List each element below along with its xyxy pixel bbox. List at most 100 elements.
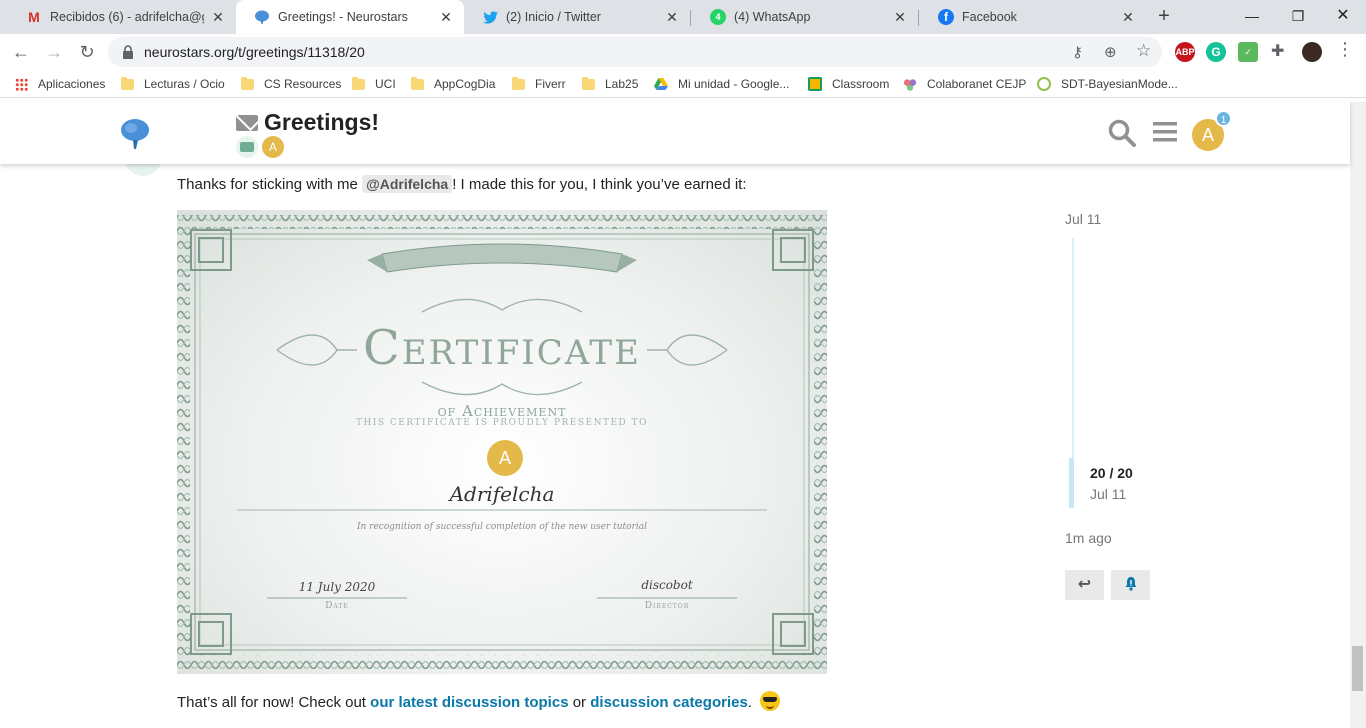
- folder-icon: [121, 76, 134, 90]
- search-icon[interactable]: [1108, 119, 1136, 154]
- browser-menu-icon[interactable]: ⋮: [1336, 39, 1354, 60]
- topic-title[interactable]: Greetings!: [264, 109, 379, 136]
- bookmark-label: UCI: [375, 77, 396, 91]
- certificate-image[interactable]: Certificate of Achievement this certific…: [177, 210, 827, 674]
- tab-separator: [918, 10, 919, 26]
- outro-end: .: [747, 694, 752, 711]
- tab-title: (4) WhatsApp: [734, 10, 811, 24]
- bookmark-star-icon[interactable]: ☆: [1136, 41, 1151, 61]
- folder-icon: [512, 76, 525, 90]
- user-mention[interactable]: @Adrifelcha: [362, 175, 453, 193]
- page-scrollbar-thumb[interactable]: [1352, 646, 1363, 691]
- timeline-position-date: Jul 11: [1090, 486, 1127, 502]
- certificate-title: Certificate: [363, 320, 641, 376]
- tab-title: Facebook: [962, 10, 1017, 24]
- tab-strip: M Recibidos (6) - adrifelcha@gmail.com ✕…: [0, 0, 1366, 34]
- close-icon[interactable]: ✕: [892, 9, 908, 26]
- outro-text: That’s all for now! Check out: [177, 694, 366, 711]
- certificate-presented-to: this certificate is proudly presented to: [355, 418, 649, 428]
- certificate-date-value: 11 July 2020: [298, 580, 376, 594]
- reply-button[interactable]: ↩: [1065, 570, 1104, 600]
- bookmark-lecturas[interactable]: Lecturas / Ocio: [121, 75, 225, 93]
- notification-level-button[interactable]: [1111, 570, 1150, 600]
- certificate-date-label: Date: [325, 601, 349, 611]
- tab-neurostars[interactable]: Greetings! - Neurostars ✕: [236, 0, 464, 34]
- bookmark-colaboranet[interactable]: Colaboranet CEJP: [903, 75, 1026, 93]
- timeline-last-activity[interactable]: 1m ago: [1065, 530, 1112, 546]
- outro-or: or: [572, 694, 587, 711]
- reload-icon[interactable]: ↻: [73, 38, 101, 66]
- classroom-icon: [808, 77, 822, 91]
- bookmark-label: Lab25: [605, 77, 639, 91]
- extension-check-icon[interactable]: ✓: [1238, 42, 1258, 62]
- restore-icon[interactable]: ❐: [1275, 0, 1321, 34]
- forward-icon[interactable]: →: [40, 38, 68, 66]
- site-header: Greetings! A A 1: [0, 102, 1350, 164]
- bookmark-label: Classroom: [832, 77, 890, 91]
- participant-avatar-discobot[interactable]: [236, 136, 258, 158]
- bookmark-label: Colaboranet CEJP: [927, 77, 1027, 91]
- timeline-scroll-handle[interactable]: [1069, 458, 1074, 508]
- grammarly-icon[interactable]: G: [1206, 42, 1226, 62]
- bookmark-apps[interactable]: Aplicaciones: [15, 75, 105, 93]
- hamburger-menu-icon[interactable]: [1152, 119, 1178, 152]
- reply-icon: ↩: [1077, 576, 1092, 593]
- page-scrollbar[interactable]: [1350, 102, 1366, 728]
- tab-twitter[interactable]: (2) Inicio / Twitter ✕: [464, 0, 690, 34]
- latest-topics-link[interactable]: our latest discussion topics: [370, 694, 568, 711]
- bookmark-uci[interactable]: UCI: [352, 75, 396, 93]
- certificate-director-label: Director: [644, 601, 690, 611]
- certificate-avatar: A: [487, 440, 523, 476]
- bookmark-label: CS Resources: [264, 77, 342, 91]
- profile-avatar[interactable]: [1302, 42, 1322, 62]
- neurostars-logo[interactable]: [120, 118, 150, 155]
- close-icon[interactable]: ✕: [438, 9, 454, 26]
- private-message-envelope-icon: [236, 115, 258, 131]
- certificate-signature: discobot: [641, 578, 693, 592]
- close-icon[interactable]: ✕: [1120, 9, 1136, 26]
- url-text: neurostars.org/t/greetings/11318/20: [144, 44, 365, 60]
- minimize-icon[interactable]: —: [1229, 0, 1275, 34]
- tab-whatsapp[interactable]: 4 (4) WhatsApp ✕: [692, 0, 918, 34]
- bookmark-label: Fiverr: [535, 77, 566, 91]
- intro-text: Thanks for sticking with me: [177, 176, 358, 193]
- extensions-puzzle-icon[interactable]: ✚: [1271, 41, 1284, 61]
- close-icon[interactable]: ✕: [664, 9, 680, 26]
- post-intro: Thanks for sticking with me @Adrifelcha!…: [177, 175, 747, 193]
- google-drive-icon: [654, 78, 668, 90]
- add-icon[interactable]: ⊕: [1104, 43, 1117, 61]
- notification-badge[interactable]: 1: [1215, 110, 1232, 127]
- folder-icon: [241, 76, 254, 90]
- bookmark-fiverr[interactable]: Fiverr: [512, 75, 566, 93]
- browser-toolbar: ← → ↻ neurostars.org/t/greetings/11318/2…: [0, 34, 1366, 70]
- new-tab-button[interactable]: +: [1152, 5, 1176, 29]
- categories-link[interactable]: discussion categories: [590, 694, 748, 711]
- bookmark-lab25[interactable]: Lab25: [582, 75, 638, 93]
- tab-gmail[interactable]: M Recibidos (6) - adrifelcha@gmail.com ✕: [8, 0, 236, 34]
- bookmark-cs-resources[interactable]: CS Resources: [241, 75, 341, 93]
- participant-avatar-user[interactable]: A: [262, 136, 284, 158]
- certificate-recognition: In recognition of successful completion …: [356, 522, 648, 532]
- key-icon[interactable]: ⚷: [1072, 43, 1083, 61]
- bookmark-sdt[interactable]: SDT-BayesianMode...: [1037, 75, 1178, 93]
- tab-title: Greetings! - Neurostars: [278, 10, 408, 24]
- folder-icon: [582, 76, 595, 90]
- address-bar[interactable]: neurostars.org/t/greetings/11318/20: [108, 37, 1162, 67]
- bookmarks-bar: Aplicaciones Lecturas / Ocio CS Resource…: [0, 70, 1366, 98]
- timeline-start-date[interactable]: Jul 11: [1065, 211, 1101, 227]
- window-close-icon[interactable]: ✕: [1320, 0, 1366, 34]
- tab-facebook[interactable]: f Facebook ✕: [920, 0, 1146, 34]
- gmail-icon: M: [28, 9, 40, 25]
- intro-text-end: ! I made this for you, I think you’ve ea…: [452, 176, 747, 193]
- bookmark-appcogdia[interactable]: AppCogDia: [411, 75, 495, 93]
- bookmark-google-drive[interactable]: Mi unidad - Google...: [654, 75, 789, 93]
- bell-icon: [1124, 576, 1138, 593]
- tab-title: Recibidos (6) - adrifelcha@gmail.com: [50, 10, 204, 24]
- adblock-icon[interactable]: ABP: [1175, 42, 1195, 62]
- bookmark-classroom[interactable]: Classroom: [808, 75, 889, 93]
- back-icon[interactable]: ←: [7, 38, 35, 66]
- bookmark-label: Mi unidad - Google...: [678, 77, 790, 91]
- bookmark-label: Aplicaciones: [38, 77, 106, 91]
- close-icon[interactable]: ✕: [210, 9, 226, 26]
- tab-title: (2) Inicio / Twitter: [506, 10, 601, 24]
